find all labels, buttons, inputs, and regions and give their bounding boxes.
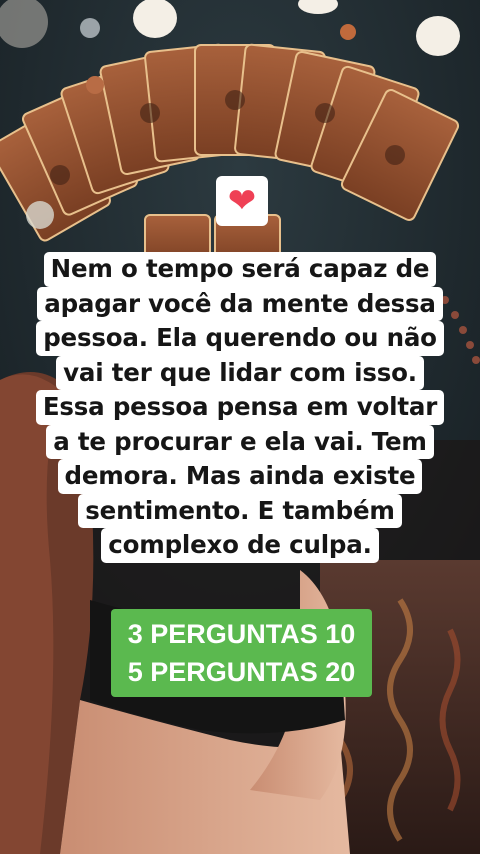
caption-line: demora. Mas ainda existe <box>57 459 423 494</box>
caption-line: complexo de culpa. <box>101 528 379 563</box>
caption-line: sentimento. E também <box>78 493 402 528</box>
caption-line: Nem o tempo será capaz de <box>43 252 437 287</box>
caption-line: vai ter que lidar com isso. <box>56 355 424 390</box>
heart-sticker: ❤ <box>216 176 268 226</box>
price-line-5-questions: 5 PERGUNTAS 20 <box>127 657 356 687</box>
price-line-3-questions: 3 PERGUNTAS 10 <box>127 619 356 649</box>
heart-icon: ❤ <box>227 181 257 221</box>
caption-line: a te procurar e ela vai. Tem <box>46 424 434 459</box>
price-label: 3 PERGUNTAS 10 5 PERGUNTAS 20 <box>111 609 372 697</box>
caption-line: pessoa. Ela querendo ou não <box>36 321 444 356</box>
caption-line: apagar você da mente dessa <box>37 286 443 321</box>
caption-line: Essa pessoa pensa em voltar <box>35 390 445 425</box>
story-caption: Nem o tempo será capaz de apagar você da… <box>0 252 480 563</box>
